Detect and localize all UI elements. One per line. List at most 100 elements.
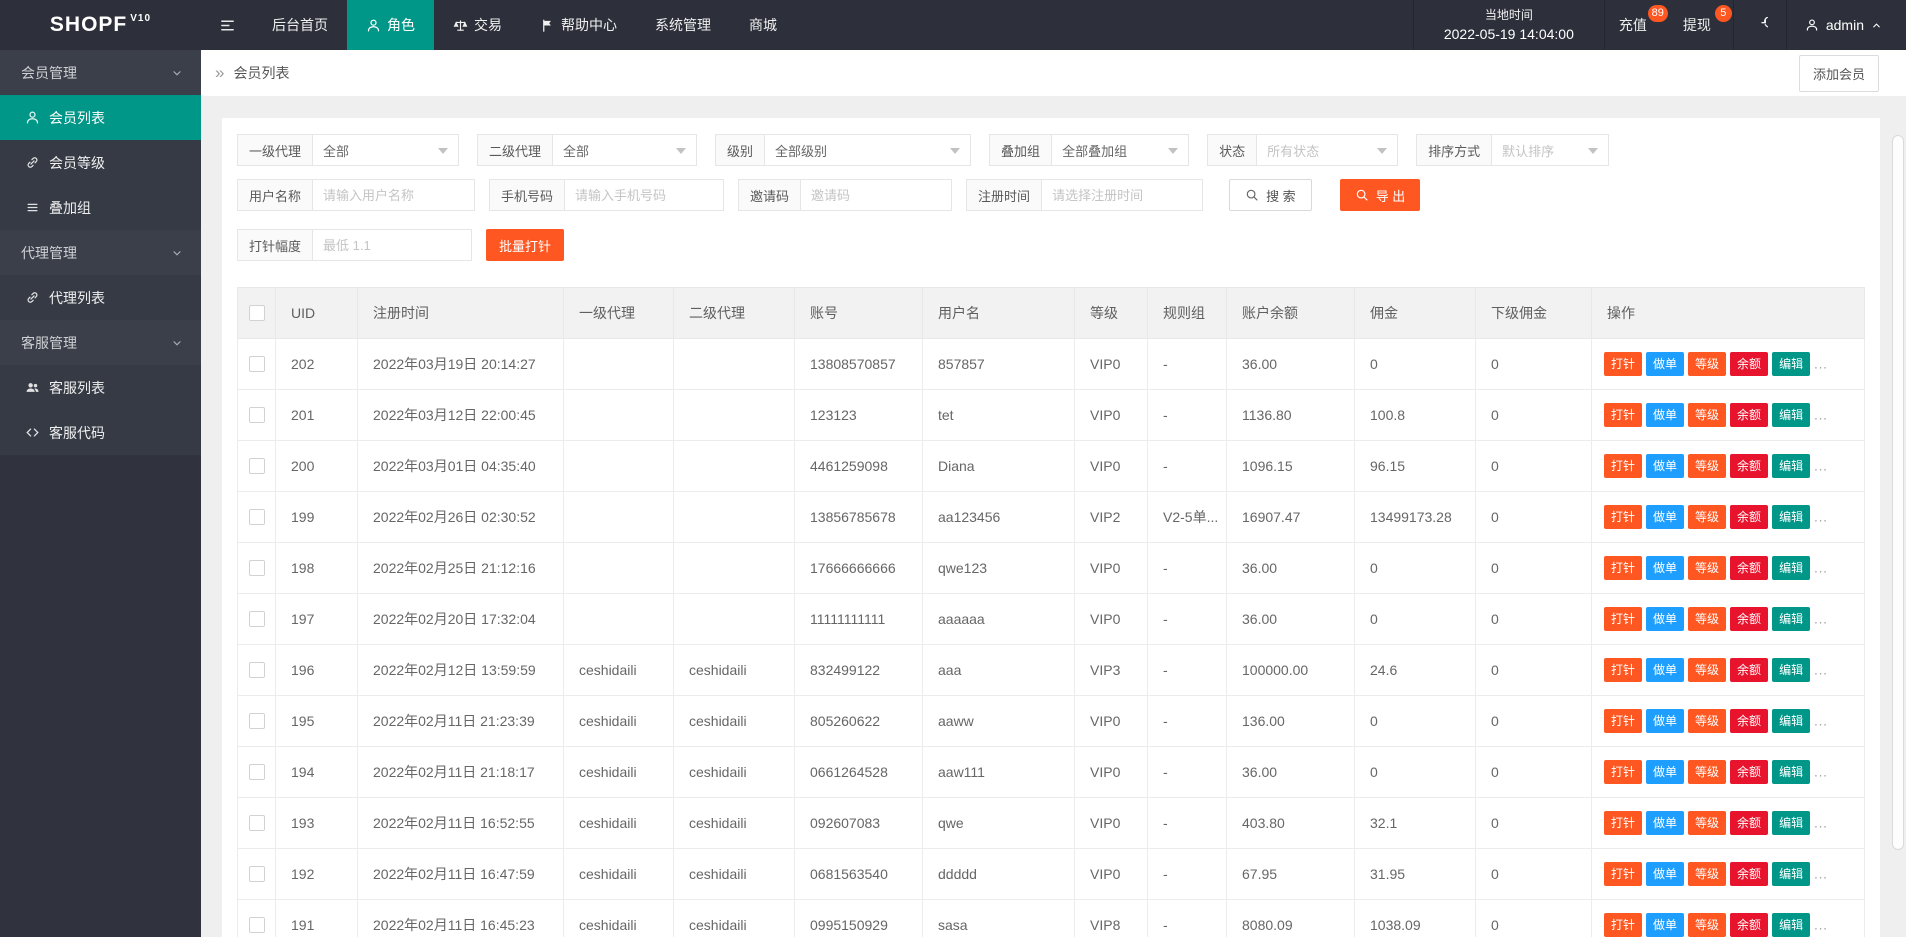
- edit-button[interactable]: 编辑: [1772, 505, 1811, 529]
- nav-item-mall[interactable]: 商城: [730, 0, 796, 50]
- balance-button[interactable]: 余额: [1730, 454, 1769, 478]
- search-button[interactable]: 搜 索: [1229, 179, 1312, 211]
- order-button[interactable]: 做单: [1646, 862, 1685, 886]
- level-button[interactable]: 等级: [1688, 658, 1727, 682]
- balance-button[interactable]: 余额: [1730, 811, 1769, 835]
- sidebar-item-agent-list[interactable]: 代理列表: [0, 275, 201, 320]
- sidebar-item-member-level[interactable]: 会员等级: [0, 140, 201, 185]
- edit-button[interactable]: 编辑: [1772, 352, 1811, 376]
- sidebar-item-member-manage[interactable]: 会员管理: [0, 50, 201, 95]
- edit-button[interactable]: 编辑: [1772, 556, 1811, 580]
- level-button[interactable]: 等级: [1688, 607, 1727, 631]
- inject-button[interactable]: 打针: [1604, 403, 1643, 427]
- edit-button[interactable]: 编辑: [1772, 811, 1811, 835]
- regtime-input[interactable]: [1041, 179, 1204, 211]
- more-actions-button[interactable]: ...: [1814, 765, 1828, 780]
- row-checkbox[interactable]: [248, 917, 265, 933]
- row-checkbox[interactable]: [248, 611, 265, 627]
- inject-button[interactable]: 打针: [1604, 454, 1643, 478]
- order-button[interactable]: 做单: [1646, 352, 1685, 376]
- nav-item-help[interactable]: 帮助中心: [521, 0, 636, 50]
- sidebar-item-service-list[interactable]: 客服列表: [0, 365, 201, 410]
- sidebar-item-overlay-group[interactable]: 叠加组: [0, 185, 201, 230]
- order-button[interactable]: 做单: [1646, 403, 1685, 427]
- nav-item-role[interactable]: 角色: [347, 0, 434, 50]
- more-actions-button[interactable]: ...: [1814, 867, 1828, 882]
- username-input[interactable]: [312, 179, 476, 211]
- needle-range-input[interactable]: [312, 229, 473, 261]
- balance-button[interactable]: 余额: [1730, 709, 1769, 733]
- level-button[interactable]: 等级: [1688, 505, 1727, 529]
- balance-button[interactable]: 余额: [1730, 658, 1769, 682]
- menu-collapse-button[interactable]: [201, 0, 253, 50]
- edit-button[interactable]: 编辑: [1772, 658, 1811, 682]
- more-actions-button[interactable]: ...: [1814, 612, 1828, 627]
- page-scrollbar[interactable]: [1892, 50, 1904, 937]
- level-button[interactable]: 等级: [1688, 913, 1727, 937]
- filter-select-agent2[interactable]: 全部: [552, 134, 698, 166]
- level-button[interactable]: 等级: [1688, 709, 1727, 733]
- edit-button[interactable]: 编辑: [1772, 454, 1811, 478]
- more-actions-button[interactable]: ...: [1814, 459, 1828, 474]
- more-actions-button[interactable]: ...: [1814, 510, 1828, 525]
- edit-button[interactable]: 编辑: [1772, 607, 1811, 631]
- inject-button[interactable]: 打针: [1604, 658, 1643, 682]
- balance-button[interactable]: 余额: [1730, 862, 1769, 886]
- scrollbar-thumb[interactable]: [1892, 135, 1904, 850]
- row-checkbox[interactable]: [248, 713, 265, 729]
- balance-button[interactable]: 余额: [1730, 352, 1769, 376]
- more-actions-button[interactable]: ...: [1814, 816, 1828, 831]
- nav-item-home[interactable]: 后台首页: [253, 0, 347, 50]
- more-actions-button[interactable]: ...: [1814, 357, 1828, 372]
- level-button[interactable]: 等级: [1688, 403, 1727, 427]
- nav-item-system[interactable]: 系统管理: [636, 0, 730, 50]
- inject-button[interactable]: 打针: [1604, 913, 1643, 937]
- balance-button[interactable]: 余额: [1730, 760, 1769, 784]
- row-checkbox[interactable]: [248, 866, 265, 882]
- filter-select-overlay[interactable]: 全部叠加组: [1051, 134, 1190, 166]
- row-checkbox[interactable]: [248, 509, 265, 525]
- order-button[interactable]: 做单: [1646, 505, 1685, 529]
- order-button[interactable]: 做单: [1646, 811, 1685, 835]
- row-checkbox[interactable]: [248, 458, 265, 474]
- order-button[interactable]: 做单: [1646, 454, 1685, 478]
- edit-button[interactable]: 编辑: [1772, 862, 1811, 886]
- invite-input[interactable]: [800, 179, 953, 211]
- order-button[interactable]: 做单: [1646, 658, 1685, 682]
- sidebar-item-service-manage[interactable]: 客服管理: [0, 320, 201, 365]
- edit-button[interactable]: 编辑: [1772, 760, 1811, 784]
- level-button[interactable]: 等级: [1688, 862, 1727, 886]
- order-button[interactable]: 做单: [1646, 607, 1685, 631]
- select-all-checkbox[interactable]: [248, 305, 265, 321]
- inject-button[interactable]: 打针: [1604, 505, 1643, 529]
- more-actions-button[interactable]: ...: [1814, 408, 1828, 423]
- inject-button[interactable]: 打针: [1604, 352, 1643, 376]
- level-button[interactable]: 等级: [1688, 556, 1727, 580]
- row-checkbox[interactable]: [248, 560, 265, 576]
- row-checkbox[interactable]: [248, 764, 265, 780]
- sidebar-item-agent-manage[interactable]: 代理管理: [0, 230, 201, 275]
- row-checkbox[interactable]: [248, 356, 265, 372]
- export-button[interactable]: 导 出: [1339, 179, 1421, 211]
- level-button[interactable]: 等级: [1688, 352, 1727, 376]
- filter-select-agent1[interactable]: 全部: [312, 134, 460, 166]
- edit-button[interactable]: 编辑: [1772, 709, 1811, 733]
- withdraw-button[interactable]: 提现 5: [1669, 0, 1733, 50]
- filter-select-sort[interactable]: 默认排序: [1491, 134, 1610, 166]
- recharge-button[interactable]: 充值 89: [1605, 0, 1669, 50]
- inject-button[interactable]: 打针: [1604, 709, 1643, 733]
- more-actions-button[interactable]: ...: [1814, 561, 1828, 576]
- nav-item-trade[interactable]: 交易: [434, 0, 521, 50]
- filter-select-level[interactable]: 全部级别: [764, 134, 972, 166]
- balance-button[interactable]: 余额: [1730, 607, 1769, 631]
- order-button[interactable]: 做单: [1646, 913, 1685, 937]
- balance-button[interactable]: 余额: [1730, 556, 1769, 580]
- level-button[interactable]: 等级: [1688, 811, 1727, 835]
- more-actions-button[interactable]: ...: [1814, 918, 1828, 933]
- row-checkbox[interactable]: [248, 407, 265, 423]
- balance-button[interactable]: 余额: [1730, 913, 1769, 937]
- balance-button[interactable]: 余额: [1730, 403, 1769, 427]
- inject-button[interactable]: 打针: [1604, 811, 1643, 835]
- sidebar-item-service-code[interactable]: 客服代码: [0, 410, 201, 455]
- order-button[interactable]: 做单: [1646, 760, 1685, 784]
